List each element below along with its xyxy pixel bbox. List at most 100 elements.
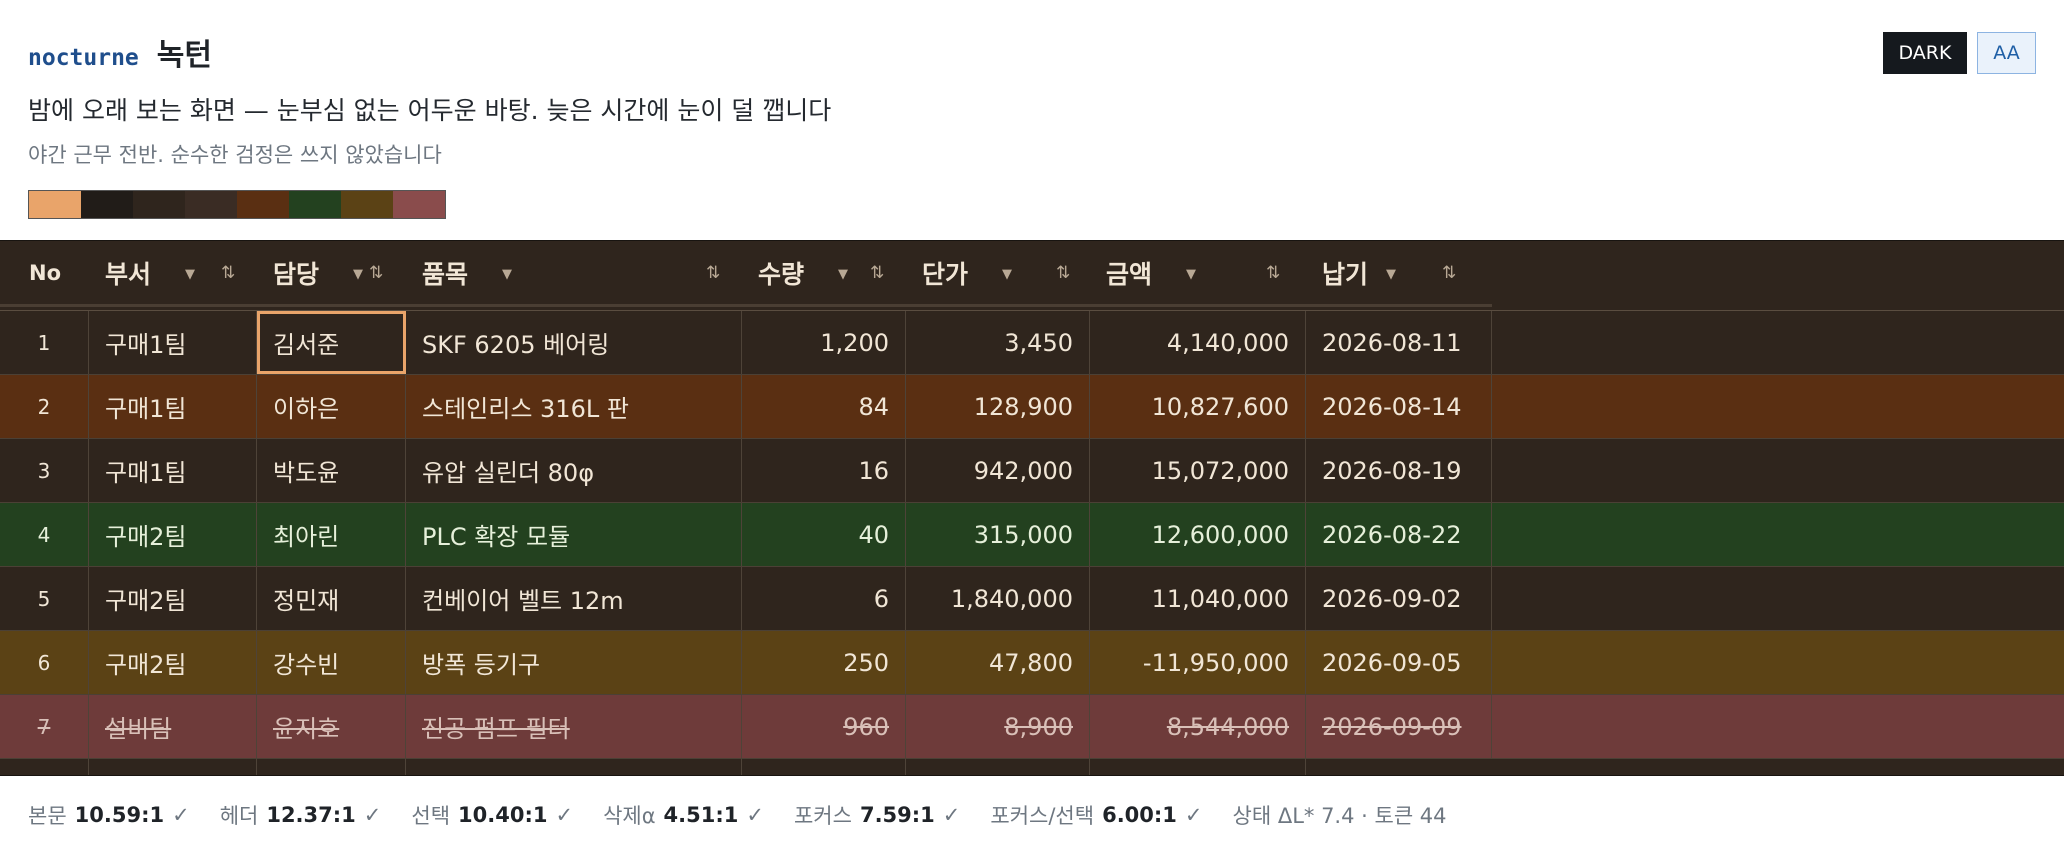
cell-owner[interactable]: 강수빈 — [257, 631, 406, 694]
sort-icon[interactable]: ⇅ — [369, 263, 383, 283]
cell-amount[interactable]: -11,950,000 — [1090, 631, 1306, 694]
cell-item[interactable]: 유압 실린더 80φ — [406, 439, 742, 502]
table-row[interactable]: 7 설비팀 윤지호 진공 펌프 필터 960 8,900 8,544,000 2026-09-… — [0, 695, 2064, 759]
grid-header: No 부서 ▼ ⇅ 담당 ▼ ⇅ 품목 ▼ ⇅ 수량 ▼ ⇅ 단가 ▼ ⇅ 금액 ▼ ⇅ 납기 ▼ ⇅ — [0, 241, 2064, 311]
cell-amount[interactable]: 15,072,000 — [1090, 439, 1306, 502]
sort-icon[interactable]: ⇅ — [870, 263, 884, 283]
cell-dept[interactable]: 구매1팀 — [89, 311, 257, 374]
dark-mode-button[interactable]: DARK — [1883, 32, 1967, 74]
cell-owner[interactable]: 정민재 — [257, 567, 406, 630]
cell-owner[interactable]: 박도윤 — [257, 439, 406, 502]
cell-no[interactable]: 1 — [0, 311, 89, 374]
sort-icon[interactable]: ⇅ — [1442, 263, 1456, 283]
cell-no[interactable]: 7 — [0, 695, 89, 758]
aa-contrast-button[interactable]: AA — [1977, 32, 2036, 74]
cell-amount[interactable]: 12,600,000 — [1090, 503, 1306, 566]
cell-due[interactable]: 2026-08-19 — [1306, 439, 1492, 502]
theme-subtitle: 밤에 오래 보는 화면 — 눈부심 없는 어두운 바탕. 늦은 시간에 눈이 덜… — [28, 96, 832, 125]
filter-dropdown-icon[interactable]: ▼ — [185, 267, 195, 282]
column-header-owner[interactable]: 담당 ▼ ⇅ — [257, 241, 406, 307]
table-row[interactable]: 3 구매1팀 박도윤 유압 실린더 80φ 16 942,000 15,072,000 202… — [0, 439, 2064, 503]
palette-swatch — [81, 191, 133, 218]
contrast-ratio: 10.59:1 — [74, 803, 165, 827]
cell-owner[interactable]: 최아린 — [257, 503, 406, 566]
cell-item[interactable]: 진공 펌프 필터 — [406, 695, 742, 758]
cell-dept[interactable]: 구매2팀 — [89, 503, 257, 566]
cell-due[interactable]: 2026-09-05 — [1306, 631, 1492, 694]
cell-price[interactable]: 942,000 — [906, 439, 1090, 502]
cell-owner[interactable]: 이하은 — [257, 375, 406, 438]
cell-owner[interactable]: 김서준 — [257, 311, 406, 374]
column-header-label: 담당 — [273, 259, 320, 289]
column-divider — [88, 759, 89, 775]
palette-swatch — [289, 191, 341, 218]
cell-item[interactable]: 스테인리스 316L 판 — [406, 375, 742, 438]
column-header-price[interactable]: 단가 ▼ ⇅ — [906, 241, 1090, 307]
cell-due[interactable]: 2026-09-09 — [1306, 695, 1492, 758]
cell-price[interactable]: 8,900 — [906, 695, 1090, 758]
cell-item[interactable]: 방폭 등기구 — [406, 631, 742, 694]
cell-item[interactable]: PLC 확장 모듈 — [406, 503, 742, 566]
cell-qty[interactable]: 6 — [742, 567, 906, 630]
cell-dept[interactable]: 구매1팀 — [89, 439, 257, 502]
filter-dropdown-icon[interactable]: ▼ — [838, 267, 848, 282]
column-header-due[interactable]: 납기 ▼ ⇅ — [1306, 241, 1492, 307]
table-row[interactable]: 5 구매2팀 정민재 컨베이어 벨트 12m 6 1,840,000 11,040,000 2… — [0, 567, 2064, 631]
cell-due[interactable]: 2026-08-22 — [1306, 503, 1492, 566]
cell-no[interactable]: 4 — [0, 503, 89, 566]
column-header-dept[interactable]: 부서 ▼ ⇅ — [89, 241, 257, 307]
cell-no[interactable]: 5 — [0, 567, 89, 630]
sort-icon[interactable]: ⇅ — [1266, 263, 1280, 283]
table-row[interactable]: 6 구매2팀 강수빈 방폭 등기구 250 47,800 -11,950,000 2026-0… — [0, 631, 2064, 695]
column-header-no[interactable]: No — [0, 241, 89, 307]
cell-qty[interactable]: 960 — [742, 695, 906, 758]
sort-icon[interactable]: ⇅ — [221, 263, 235, 283]
filter-dropdown-icon[interactable]: ▼ — [1186, 267, 1196, 282]
cell-amount[interactable]: 11,040,000 — [1090, 567, 1306, 630]
cell-owner[interactable]: 윤지호 — [257, 695, 406, 758]
cell-due[interactable]: 2026-09-02 — [1306, 567, 1492, 630]
column-divider — [1089, 759, 1090, 775]
cell-no[interactable]: 2 — [0, 375, 89, 438]
cell-item[interactable]: SKF 6205 베어링 — [406, 311, 742, 374]
cell-amount[interactable]: 8,544,000 — [1090, 695, 1306, 758]
cell-no[interactable]: 3 — [0, 439, 89, 502]
cell-dept[interactable]: 구매1팀 — [89, 375, 257, 438]
cell-due[interactable]: 2026-08-14 — [1306, 375, 1492, 438]
column-header-qty[interactable]: 수량 ▼ ⇅ — [742, 241, 906, 307]
cell-due[interactable]: 2026-08-11 — [1306, 311, 1492, 374]
cell-qty[interactable]: 1,200 — [742, 311, 906, 374]
column-divider — [1305, 759, 1306, 775]
cell-qty[interactable]: 250 — [742, 631, 906, 694]
filter-dropdown-icon[interactable]: ▼ — [502, 267, 512, 282]
table-row[interactable]: 2 구매1팀 이하은 스테인리스 316L 판 84 128,900 10,827,600 2… — [0, 375, 2064, 439]
cell-price[interactable]: 315,000 — [906, 503, 1090, 566]
cell-price[interactable]: 1,840,000 — [906, 567, 1090, 630]
sort-icon[interactable]: ⇅ — [1056, 263, 1070, 283]
cell-qty[interactable]: 84 — [742, 375, 906, 438]
cell-qty[interactable]: 16 — [742, 439, 906, 502]
column-header-label: 단가 — [922, 259, 969, 289]
table-row[interactable]: 1 구매1팀 김서준 SKF 6205 베어링 1,200 3,450 4,140,000 2… — [0, 311, 2064, 375]
contrast-ratio: 6.00:1 — [1102, 803, 1177, 827]
cell-item[interactable]: 컨베이어 벨트 12m — [406, 567, 742, 630]
contrast-label: 본문 — [28, 804, 67, 828]
cell-qty[interactable]: 40 — [742, 503, 906, 566]
cell-price[interactable]: 128,900 — [906, 375, 1090, 438]
cell-dept[interactable]: 설비팀 — [89, 695, 257, 758]
cell-price[interactable]: 47,800 — [906, 631, 1090, 694]
table-row[interactable]: 4 구매2팀 최아린 PLC 확장 모듈 40 315,000 12,600,000 2026… — [0, 503, 2064, 567]
cell-no[interactable]: 6 — [0, 631, 89, 694]
filter-dropdown-icon[interactable]: ▼ — [353, 267, 363, 282]
column-header-amount[interactable]: 금액 ▼ ⇅ — [1090, 241, 1306, 307]
filter-dropdown-icon[interactable]: ▼ — [1386, 267, 1396, 282]
cell-dept[interactable]: 구매2팀 — [89, 567, 257, 630]
column-header-item[interactable]: 품목 ▼ ⇅ — [406, 241, 742, 307]
column-divider — [741, 759, 742, 775]
sort-icon[interactable]: ⇅ — [706, 263, 720, 283]
filter-dropdown-icon[interactable]: ▼ — [1002, 267, 1012, 282]
cell-dept[interactable]: 구매2팀 — [89, 631, 257, 694]
cell-price[interactable]: 3,450 — [906, 311, 1090, 374]
cell-amount[interactable]: 10,827,600 — [1090, 375, 1306, 438]
cell-amount[interactable]: 4,140,000 — [1090, 311, 1306, 374]
